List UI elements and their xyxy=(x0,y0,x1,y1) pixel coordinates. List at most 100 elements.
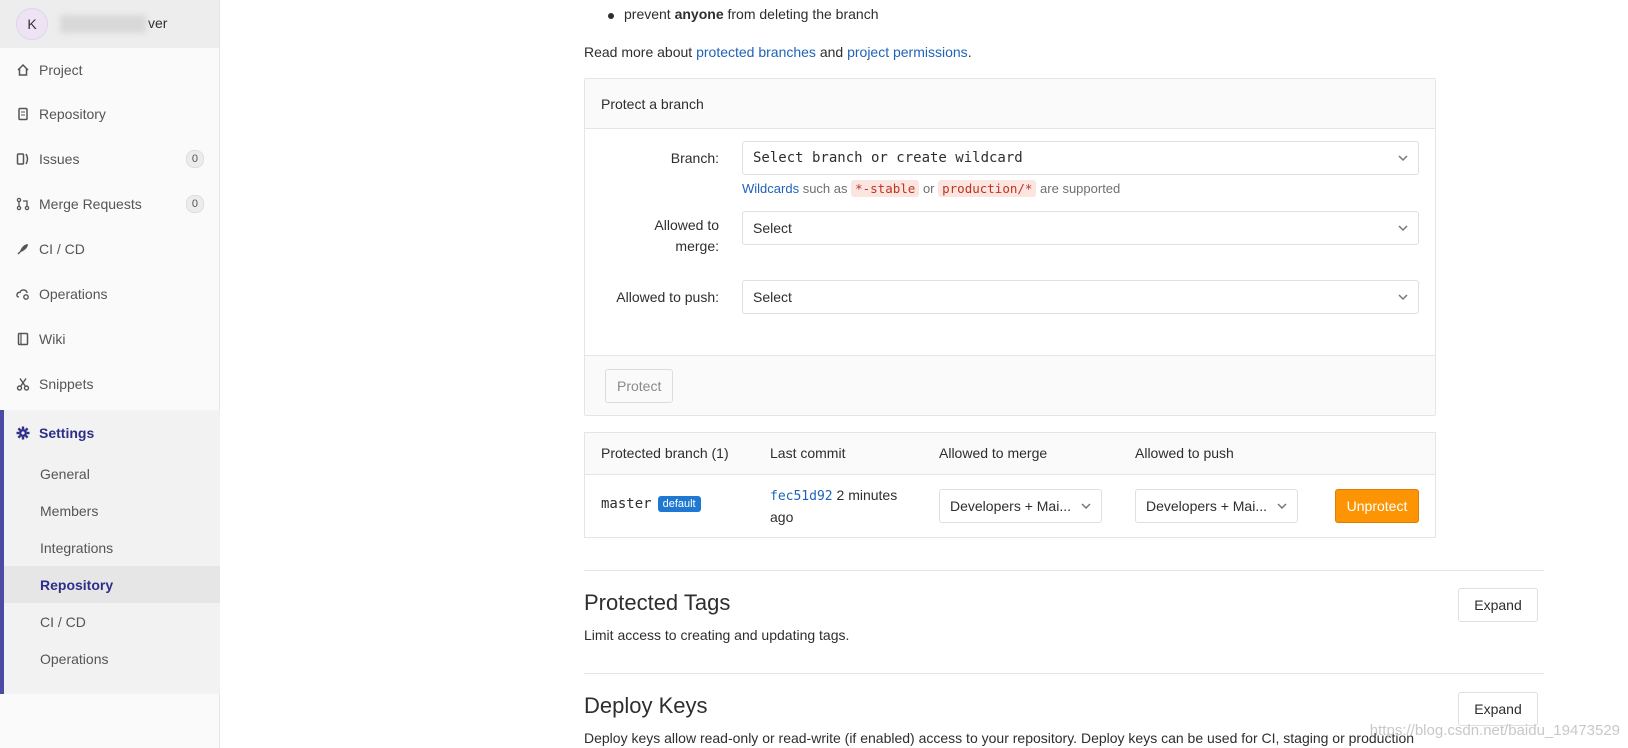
project-permissions-link[interactable]: project permissions xyxy=(847,44,968,60)
project-name[interactable]: ver xyxy=(60,14,168,34)
section-divider xyxy=(584,570,1544,571)
sidebar-settings-group: Settings General Members Integrations Re… xyxy=(0,410,220,694)
settings-subitem-operations[interactable]: Operations xyxy=(4,640,220,677)
branch-label: Branch: xyxy=(670,150,719,166)
rule-text-bold: anyone xyxy=(674,6,724,22)
settings-subitem-members[interactable]: Members xyxy=(4,492,220,529)
issues-count-badge: 0 xyxy=(185,149,204,168)
column-header: Protected branch (1) xyxy=(601,445,729,461)
doc-icon xyxy=(16,107,30,121)
sidebar-item-label: Merge Requests xyxy=(39,195,142,212)
allowed-to-push-dropdown[interactable]: Developers + Mai... xyxy=(1135,489,1298,523)
hint-text: such as xyxy=(799,181,852,196)
hint-code: production/* xyxy=(938,180,1037,197)
settings-subitem-general[interactable]: General xyxy=(4,455,220,492)
card-title: Protect a branch xyxy=(585,79,1435,129)
deploy-keys-desc: Deploy keys allow read-only or read-writ… xyxy=(584,730,1415,746)
issues-icon xyxy=(16,152,30,166)
sidebar-item-label: CI / CD xyxy=(39,240,85,257)
allowed-to-merge-select[interactable]: Select xyxy=(742,211,1419,245)
branch-select-text: Select branch or create wildcard xyxy=(753,150,1023,166)
sidebar-item-label: Snippets xyxy=(39,375,94,392)
sidebar-item-repository[interactable]: Repository xyxy=(0,91,220,136)
cloud-gear-icon xyxy=(16,287,30,301)
read-more-text: Read more about protected branches and p… xyxy=(584,44,972,60)
redacted-name xyxy=(60,15,146,34)
settings-subitem-repository[interactable]: Repository xyxy=(4,566,220,603)
chevron-down-icon xyxy=(1081,503,1091,510)
sidebar-item-label: Repository xyxy=(39,105,106,122)
chevron-down-icon xyxy=(1398,294,1408,301)
protect-branch-card: Protect a branch Branch: Select branch o… xyxy=(584,78,1436,416)
allowed-to-merge-dropdown[interactable]: Developers + Mai... xyxy=(939,489,1102,523)
project-avatar[interactable]: K xyxy=(16,8,48,40)
push-dropdown-text: Developers + Mai... xyxy=(1146,498,1267,514)
column-header: Allowed to push xyxy=(1135,445,1234,461)
gear-icon xyxy=(16,426,30,440)
rule-text-suffix: from deleting the branch xyxy=(723,6,879,22)
settings-subitem-ci-cd[interactable]: CI / CD xyxy=(4,603,220,640)
scissors-icon xyxy=(16,377,30,391)
deploy-keys-title: Deploy Keys xyxy=(584,693,708,718)
sidebar-item-wiki[interactable]: Wiki xyxy=(0,316,220,361)
hint-text: or xyxy=(919,181,939,196)
wildcards-link[interactable]: Wildcards xyxy=(742,181,799,196)
branch-select[interactable]: Select branch or create wildcard xyxy=(742,141,1419,175)
wildcard-hint: Wildcards such as *-stable or production… xyxy=(742,180,1121,197)
section-divider xyxy=(584,673,1544,674)
sidebar-item-issues[interactable]: Issues 0 xyxy=(0,136,220,181)
unprotect-button[interactable]: Unprotect xyxy=(1335,489,1419,523)
watermark: https://blog.csdn.net/baidu_19473529 xyxy=(1369,722,1620,739)
home-icon xyxy=(16,63,30,77)
deploy-keys-expand-button[interactable]: Expand xyxy=(1458,692,1538,726)
readmore-suffix: . xyxy=(967,44,972,60)
project-header[interactable]: K ver xyxy=(0,0,219,48)
settings-label: Settings xyxy=(39,424,95,441)
branch-name: master xyxy=(601,496,652,512)
chevron-down-icon xyxy=(1398,225,1408,232)
settings-subitem-integrations[interactable]: Integrations xyxy=(4,529,220,566)
protected-tags-desc: Limit access to creating and updating ta… xyxy=(584,627,850,643)
branch-cell: master default xyxy=(601,495,701,513)
allowed-to-merge-label: Allowed to merge: xyxy=(654,217,719,254)
column-header: Last commit xyxy=(770,445,846,461)
column-header: Allowed to merge xyxy=(939,445,1048,461)
protected-tags-title: Protected Tags xyxy=(584,590,731,615)
sidebar-item-ci-cd[interactable]: CI / CD xyxy=(0,226,220,271)
allowed-to-push-label: Allowed to push: xyxy=(616,289,719,305)
allowed-to-push-select[interactable]: Select xyxy=(742,280,1419,314)
rules-list: prevent anyone from deleting the branch xyxy=(604,6,878,22)
sidebar-item-operations[interactable]: Operations xyxy=(0,271,220,316)
commit-cell: fec51d92 2 minutes ago xyxy=(770,485,910,528)
sidebar-item-merge-requests[interactable]: Merge Requests 0 xyxy=(0,181,220,226)
hint-code: *-stable xyxy=(851,180,920,197)
protected-tags-expand-button[interactable]: Expand xyxy=(1458,588,1538,622)
table-header: Protected branch (1) Last commit Allowed… xyxy=(585,433,1435,475)
sidebar-item-label: Operations xyxy=(39,285,108,302)
sidebar-item-label: Project xyxy=(39,61,83,78)
sidebar-item-label: Issues xyxy=(39,150,80,167)
protect-button[interactable]: Protect xyxy=(605,369,674,403)
hint-text: are supported xyxy=(1036,181,1121,196)
sidebar-item-settings[interactable]: Settings xyxy=(4,410,220,455)
readmore-mid: and xyxy=(815,44,848,60)
rocket-icon xyxy=(16,242,30,256)
merge-select-text: Select xyxy=(753,220,792,236)
sidebar-item-snippets[interactable]: Snippets xyxy=(0,361,220,406)
chevron-down-icon xyxy=(1398,155,1408,162)
chevron-down-icon xyxy=(1277,503,1287,510)
default-badge: default xyxy=(657,496,701,513)
sidebar-item-project[interactable]: Project xyxy=(0,48,220,91)
book-icon xyxy=(16,332,30,346)
merge-request-icon xyxy=(16,197,30,211)
readmore-prefix: Read more about xyxy=(584,44,697,60)
merge-dropdown-text: Developers + Mai... xyxy=(950,498,1071,514)
sidebar: K ver Project Repository Issues 0 Merge … xyxy=(0,0,220,748)
card-footer: Protect xyxy=(585,355,1435,415)
protected-branches-link[interactable]: protected branches xyxy=(696,44,816,60)
sidebar-item-label: Wiki xyxy=(39,330,66,347)
protected-branches-table: Protected branch (1) Last commit Allowed… xyxy=(584,432,1436,538)
commit-sha-link[interactable]: fec51d92 xyxy=(770,489,833,504)
rule-text-prefix: prevent xyxy=(624,6,675,22)
project-name-suffix: ver xyxy=(148,14,168,31)
